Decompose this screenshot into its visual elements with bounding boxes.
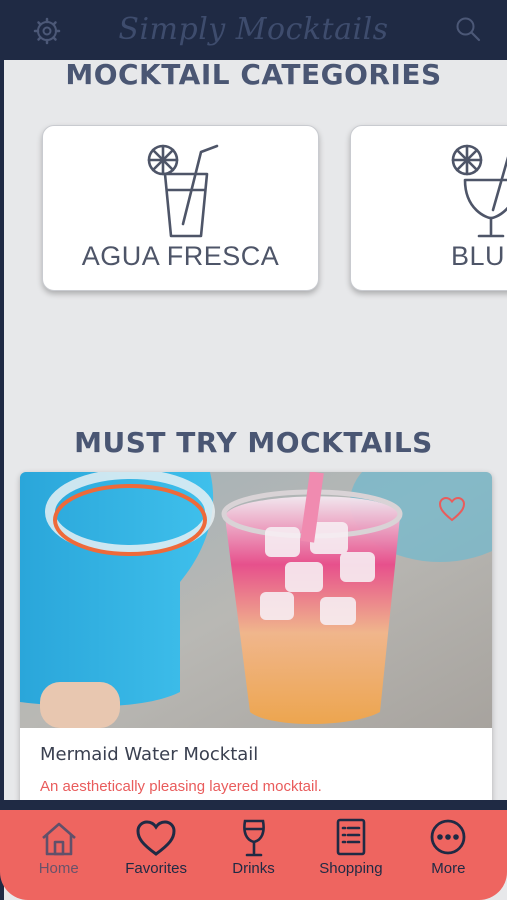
nav-more[interactable]: More [400, 810, 497, 900]
category-card-agua-fresca[interactable]: AGUA FRESCA [42, 125, 319, 291]
wine-glass-icon [242, 819, 265, 857]
nav-label: More [431, 860, 466, 877]
category-card-blue[interactable]: BLU [350, 125, 507, 291]
category-label: AGUA FRESCA [81, 241, 280, 271]
category-label: BLU [451, 241, 506, 271]
mocktail-description: An aesthetically pleasing layered mockta… [40, 778, 322, 795]
app-title: Simply Mocktails [118, 12, 389, 47]
heart-icon[interactable] [438, 496, 466, 522]
search-button[interactable] [453, 14, 483, 44]
search-icon [456, 17, 481, 42]
nav-shopping[interactable]: Shopping [302, 810, 399, 900]
home-icon [41, 822, 76, 856]
app-screen: Simply Mocktails MOCKTAIL CATEGORIES AGU… [0, 0, 507, 900]
list-icon [336, 818, 366, 856]
bottom-navigation: Home Favorites Drinks Shopping More [0, 810, 507, 900]
more-icon [430, 819, 466, 855]
app-header: Simply Mocktails [0, 0, 507, 60]
nav-label: Shopping [319, 860, 383, 877]
categories-heading: MOCKTAIL CATEGORIES [65, 58, 442, 91]
nav-drinks[interactable]: Drinks [205, 810, 302, 900]
mocktail-name: Mermaid Water Mocktail [40, 744, 259, 765]
must-try-heading: MUST TRY MOCKTAILS [74, 426, 433, 459]
nav-favorites[interactable]: Favorites [107, 810, 204, 900]
nav-label: Drinks [232, 860, 275, 877]
nav-home[interactable]: Home [10, 810, 107, 900]
glass-with-lime-icon [147, 144, 219, 238]
mocktail-photo [20, 472, 492, 728]
cocktail-glass-icon [451, 144, 507, 238]
heart-icon [136, 820, 176, 856]
nav-label: Home [38, 860, 79, 877]
featured-mocktail-card[interactable]: Mermaid Water Mocktail An aesthetically … [20, 472, 492, 812]
nav-label: Favorites [125, 860, 187, 877]
screen-edge [0, 60, 4, 900]
